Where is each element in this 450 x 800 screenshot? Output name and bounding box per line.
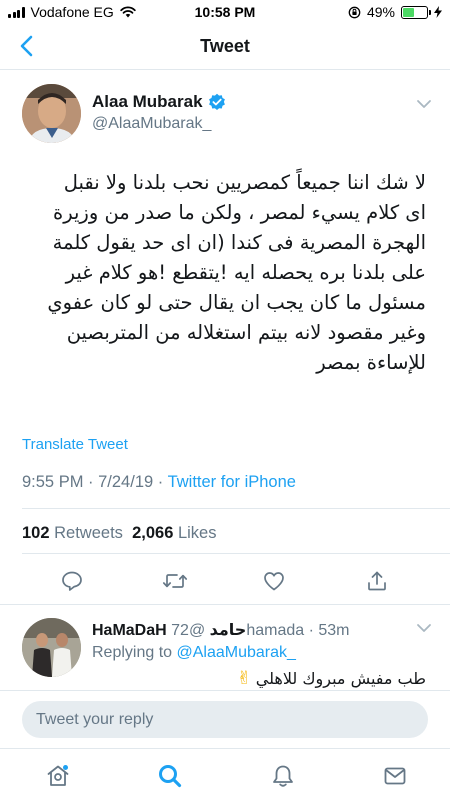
reply-avatar-image [22, 618, 81, 677]
reply-separator: · [304, 622, 319, 639]
tweet-text-line: مسئول ما كان يجب ان يقال حتى لو كان عفوي [47, 291, 426, 314]
nav-bar: Tweet [0, 24, 450, 70]
victory-hand-emoji: ✌ [236, 668, 252, 689]
tweet-source-link[interactable]: Twitter for iPhone [168, 473, 296, 491]
section-divider [0, 604, 450, 605]
tweet-stats: 102 Retweets 2,066 Likes [22, 524, 217, 543]
reply-text: طب مفيش مبروك للاهلي ✌ [237, 668, 426, 689]
tweet-text-line: على بلدنا بره يحصله ايه !يتقطع !هو كلام … [65, 261, 426, 284]
battery-icon [401, 5, 431, 19]
tweet-text-line: الهجرة المصرية فى كندا (ان اى حد يقول كل… [52, 231, 426, 254]
orientation-lock-icon [348, 6, 361, 18]
tweet-text: لا شك اننا جميعاً كمصريين نحب بلدنا ولا … [22, 168, 426, 378]
divider [22, 508, 450, 509]
reply-avatar[interactable] [22, 618, 81, 677]
tweet-actions [0, 566, 450, 596]
reply-header: HaMaDaH حامد @72hamada · 53m [92, 620, 350, 640]
search-icon [159, 765, 182, 788]
meta-separator: · [83, 473, 99, 491]
tweet-date: 7/24/19 [98, 473, 154, 491]
likes-stat[interactable]: 2,066 Likes [132, 524, 216, 542]
author-avatar[interactable] [22, 84, 81, 143]
tab-home[interactable] [43, 761, 73, 791]
reply-display-name[interactable]: HaMaDaH حامد [92, 622, 246, 639]
likes-count: 2,066 [132, 524, 174, 542]
author-name-row[interactable]: Alaa Mubarak [92, 92, 226, 112]
status-bar: Vodafone EG 10:58 PM 49% [0, 0, 450, 24]
share-icon [368, 571, 386, 591]
battery-level-fill [403, 7, 415, 17]
author-handle[interactable]: @AlaaMubarak_ [92, 115, 211, 133]
likes-label: Likes [177, 524, 217, 542]
tweet-text-line: وغير مقصود لانه بيتم استغلاله من المتربص… [66, 321, 426, 344]
tab-notifications[interactable] [268, 761, 298, 791]
tweet-text-line: لا شك اننا جميعاً كمصريين نحب بلدنا ولا … [63, 171, 426, 194]
tab-search[interactable] [155, 761, 185, 791]
like-icon [264, 572, 284, 591]
tweet-text-line: اى كلام يسيء لمصر ، ولكن ما صدر من وزيرة [53, 201, 426, 224]
retweets-count: 102 [22, 524, 50, 542]
translate-tweet-link[interactable]: Translate Tweet [22, 436, 128, 453]
battery-percent: 49% [366, 4, 395, 20]
chevron-down-icon[interactable] [416, 620, 432, 636]
status-right: 49% [348, 4, 442, 20]
tab-bar [0, 748, 450, 800]
tweet-time: 9:55 PM [22, 473, 84, 491]
author-name[interactable]: Alaa Mubarak [92, 92, 203, 112]
home-icon [47, 765, 69, 786]
reply-composer-input[interactable]: Tweet your reply [22, 701, 428, 738]
meta-separator: · [153, 473, 168, 491]
replying-prefix: Replying to [92, 644, 177, 661]
retweets-stat[interactable]: 102 Retweets [22, 524, 123, 542]
page-title: Tweet [200, 36, 250, 56]
reply-button[interactable] [57, 566, 87, 596]
divider [22, 553, 450, 554]
reply-time: 53m [318, 622, 350, 639]
author-avatar-image [22, 84, 81, 143]
like-button[interactable] [259, 566, 289, 596]
retweets-label: Retweets [54, 524, 123, 542]
tweet-meta: 9:55 PM · 7/24/19 · Twitter for iPhone [22, 473, 296, 492]
chevron-down-icon[interactable] [416, 96, 432, 112]
reply-icon [62, 571, 82, 591]
replying-to-handle[interactable]: @AlaaMubarak_ [177, 644, 296, 661]
composer-placeholder: Tweet your reply [36, 710, 154, 728]
reply-body: طب مفيش مبروك للاهلي [255, 669, 426, 688]
retweet-button[interactable] [160, 566, 190, 596]
verified-badge-icon [208, 93, 225, 110]
messages-icon [384, 767, 406, 785]
retweet-icon [162, 574, 188, 588]
tweet-text-line: للإساءة بمصر [316, 351, 426, 374]
share-button[interactable] [362, 566, 392, 596]
charging-bolt-icon [434, 6, 442, 18]
tab-messages[interactable] [380, 761, 410, 791]
notifications-icon [273, 765, 293, 787]
replying-to: Replying to @AlaaMubarak_ [92, 644, 296, 662]
